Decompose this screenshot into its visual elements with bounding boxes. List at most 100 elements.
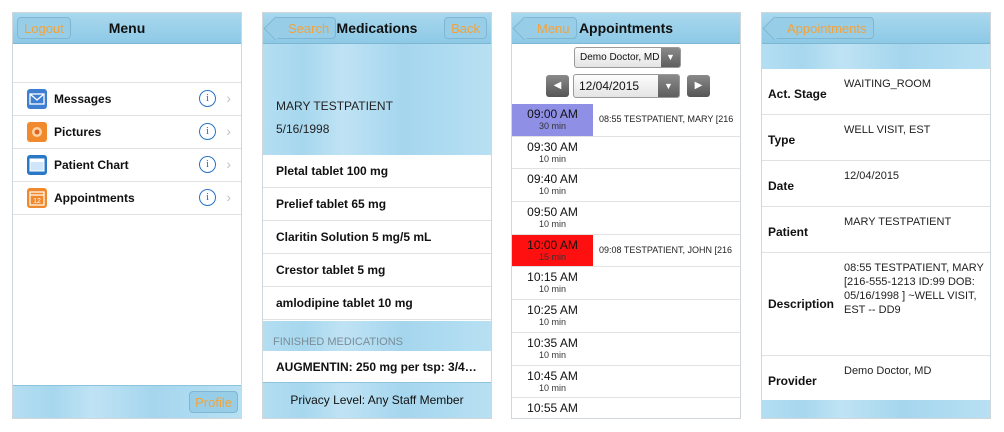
calendar-icon: 12 (27, 188, 47, 208)
finished-medication-item[interactable]: AUGMENTIN: 250 mg per tsp: 3/4… (263, 351, 491, 384)
slot-time: 09:50 AM 10 min (512, 202, 593, 234)
menu-item-label: Messages (54, 92, 112, 106)
appointment-detail-screen: Appointments Act. Stage WAITING_ROOM Typ… (761, 12, 991, 419)
page-title: Menu (108, 20, 146, 36)
profile-button[interactable]: Profile (189, 391, 238, 413)
pictures-icon (27, 122, 47, 142)
detail-label: Act. Stage (768, 87, 827, 101)
slot-description: 09:08 TESTPATIENT, JOHN [216 (599, 244, 733, 255)
medication-item[interactable]: Crestor tablet 5 mg (263, 254, 491, 287)
medication-item[interactable]: Claritin Solution 5 mg/5 mL (263, 221, 491, 254)
menu-item-label: Patient Chart (54, 158, 129, 172)
chevron-down-icon: ▼ (661, 48, 680, 67)
slot-duration: 15 min (538, 251, 566, 262)
back-button[interactable]: Back (444, 17, 487, 39)
appointment-slot[interactable]: 10:15 AM 10 min (512, 267, 740, 301)
envelope-icon (27, 89, 47, 109)
menu-item-patient-chart[interactable]: Patient Chart i › (13, 149, 241, 182)
slot-duration: 10 min (538, 284, 566, 295)
appointment-slot[interactable]: 09:30 AM 10 min (512, 137, 740, 170)
slot-time-label: 09:50 AM (527, 205, 578, 220)
appointment-slot[interactable]: 10:35 AM 10 min (512, 333, 740, 366)
appointment-slot[interactable]: 10:55 AM (512, 398, 740, 418)
detail-row: Description 08:55 TESTPATIENT, MARY [216… (762, 253, 990, 356)
menu-item-messages[interactable]: Messages i › (13, 83, 241, 116)
menu-list: Messages i › Pictures i › Patient Chart … (13, 82, 241, 215)
navbar: Appointments (762, 13, 990, 44)
bottom-band (762, 400, 990, 418)
detail-label: Date (768, 179, 795, 193)
menu-item-appointments[interactable]: 12 Appointments i › (13, 182, 241, 215)
detail-row: Type WELL VISIT, EST (762, 115, 990, 161)
appointment-slot[interactable]: 09:50 AM 10 min (512, 202, 740, 235)
spacer (13, 44, 241, 82)
slot-time-label: 10:55 AM (527, 401, 578, 416)
slot-time: 09:30 AM 10 min (512, 137, 593, 169)
slot-duration: 10 min (538, 317, 566, 328)
detail-label: Patient (768, 225, 809, 239)
patient-header: MARY TESTPATIENT 5/16/1998 (263, 44, 491, 155)
slot-time: 10:15 AM 10 min (512, 267, 593, 299)
appointment-slot[interactable]: 10:45 AM 10 min (512, 366, 740, 399)
slot-time: 10:45 AM 10 min (512, 366, 593, 398)
appointment-slot-list: 09:00 AM 30 min 08:55 TESTPATIENT, MARY … (512, 104, 740, 418)
detail-value: 08:55 TESTPATIENT, MARY [216-555-1213 ID… (844, 262, 984, 316)
previous-day-button[interactable]: ◀ (546, 75, 569, 97)
bottom-toolbar: Profile (13, 385, 241, 418)
navbar: Search Medications Back (263, 13, 491, 44)
slot-time: 10:55 AM (512, 398, 593, 418)
appointments-back-label: Appointments (787, 21, 867, 36)
detail-label: Provider (768, 374, 817, 388)
slot-time: 10:35 AM 10 min (512, 333, 593, 365)
medication-item[interactable]: Prelief tablet 65 mg (263, 188, 491, 221)
navbar: Menu Appointments (512, 13, 740, 44)
slot-time: 10:25 AM 10 min (512, 300, 593, 332)
menu-item-label: Pictures (54, 125, 102, 139)
slot-duration: 10 min (538, 349, 566, 360)
slot-time: 09:00 AM 30 min (512, 104, 593, 136)
medication-list: Pletal tablet 100 mg Prelief tablet 65 m… (263, 155, 491, 320)
menu-screen: Logout Menu Messages i › Pictures i › Pa… (12, 12, 242, 419)
slot-duration: 10 min (538, 219, 566, 230)
info-icon[interactable]: i (199, 156, 216, 173)
svg-text:12: 12 (33, 198, 41, 205)
appointment-slot[interactable]: 10:25 AM 10 min (512, 300, 740, 333)
doctor-select[interactable]: Demo Doctor, MD ▼ (574, 47, 681, 68)
medication-item[interactable]: Pletal tablet 100 mg (263, 155, 491, 188)
appointment-controls: Demo Doctor, MD ▼ ◀ 12/04/2015 ▼ ▶ (512, 44, 740, 104)
detail-row: Provider Demo Doctor, MD (762, 356, 990, 402)
page-title: Appointments (578, 20, 674, 36)
detail-label: Description (768, 297, 835, 311)
info-icon[interactable]: i (199, 123, 216, 140)
info-icon[interactable]: i (199, 189, 216, 206)
slot-duration: 30 min (538, 121, 566, 131)
slot-time-label: 10:45 AM (527, 368, 578, 383)
navbar: Logout Menu (13, 13, 241, 44)
detail-value: MARY TESTPATIENT (844, 216, 952, 228)
info-icon[interactable]: i (199, 90, 216, 107)
detail-row: Date 12/04/2015 (762, 161, 990, 207)
slot-time-label: 10:35 AM (527, 335, 578, 350)
appointment-detail-list: Act. Stage WAITING_ROOM Type WELL VISIT,… (762, 69, 990, 402)
detail-value: Demo Doctor, MD (844, 365, 932, 377)
next-day-button[interactable]: ▶ (687, 75, 710, 97)
patient-chart-icon (27, 155, 47, 175)
appointments-back-button[interactable]: Appointments (772, 17, 874, 39)
doctor-select-value: Demo Doctor, MD (580, 52, 660, 63)
appointment-slot[interactable]: 09:00 AM 30 min 08:55 TESTPATIENT, MARY … (512, 104, 740, 137)
menu-item-pictures[interactable]: Pictures i › (13, 116, 241, 149)
slot-time-label: 09:40 AM (527, 172, 578, 187)
slot-time: 10:00 AM 15 min (512, 234, 593, 267)
finished-medications-header: FINISHED MEDICATIONS (263, 321, 491, 351)
date-select[interactable]: 12/04/2015 ▼ (573, 74, 680, 98)
medications-screen: Search Medications Back MARY TESTPATIENT… (262, 12, 492, 419)
appointment-slot[interactable]: 09:40 AM 10 min (512, 169, 740, 203)
medication-item[interactable]: amlodipine tablet 10 mg (263, 287, 491, 320)
detail-row: Patient MARY TESTPATIENT (762, 207, 990, 253)
slot-duration: 10 min (538, 186, 566, 197)
chevron-down-icon: ▼ (658, 75, 679, 97)
detail-row: Act. Stage WAITING_ROOM (762, 69, 990, 115)
slot-time-label: 10:15 AM (527, 270, 578, 285)
slot-description: 08:55 TESTPATIENT, MARY [216 (599, 114, 734, 124)
appointment-slot[interactable]: 10:00 AM 15 min 09:08 TESTPATIENT, JOHN … (512, 234, 740, 268)
